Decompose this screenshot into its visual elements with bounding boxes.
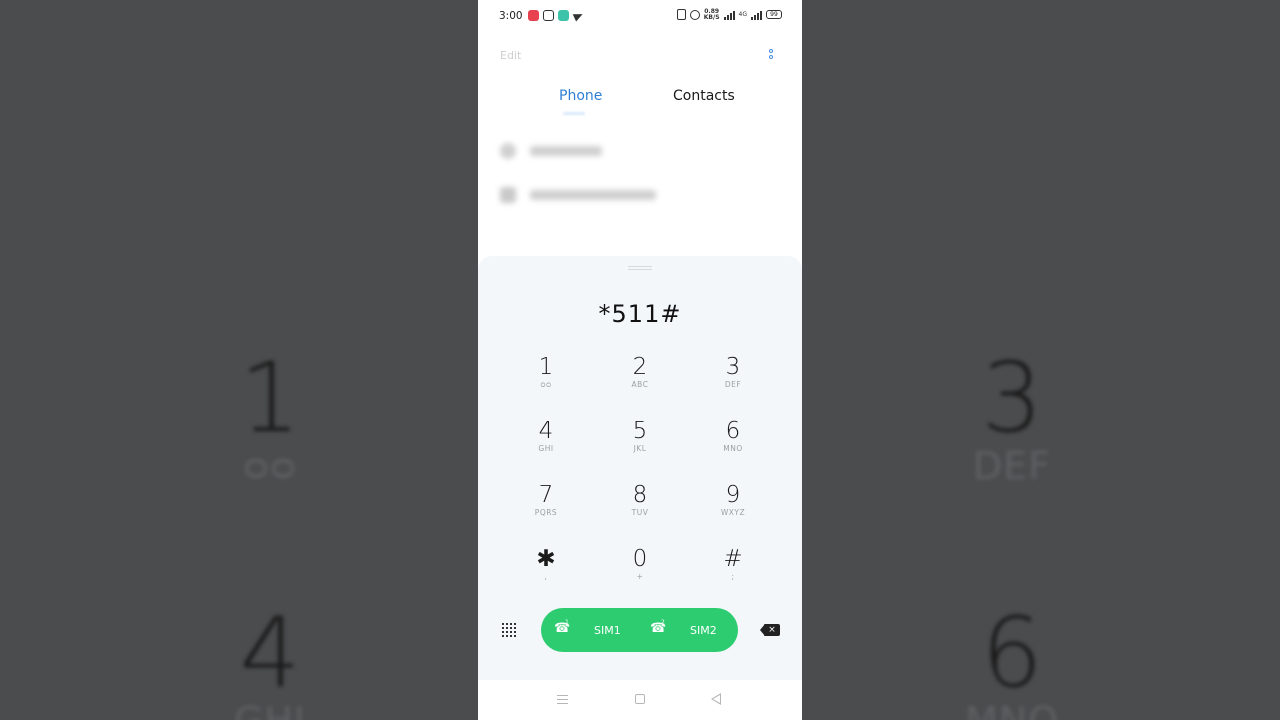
tab-bar: Phone Contacts	[478, 86, 802, 116]
tab-phone[interactable]: Phone	[559, 88, 602, 104]
dial-key[interactable]: 6 MNO	[693, 418, 773, 474]
dial-key-letters: WXYZ	[720, 508, 746, 517]
home-icon[interactable]	[635, 694, 645, 704]
blurred-text	[530, 146, 602, 156]
phone-screen: 3:00 0.89 KB/S 4G 99 Edit Phone Contacts	[478, 0, 802, 720]
dial-key-digit: 0	[632, 546, 648, 572]
dial-key[interactable]: 5 JKL	[600, 418, 680, 474]
dial-key-digit: 9	[725, 482, 741, 508]
background-key-1: 1 ᴑᴑ	[239, 342, 301, 488]
vibrate-icon	[676, 9, 686, 20]
backspace-icon[interactable]: ×	[760, 624, 780, 636]
dial-key[interactable]: 7 PQRS	[506, 482, 586, 538]
instagram-notification-icon	[543, 10, 554, 21]
background-key-3: 3 DEF	[972, 342, 1052, 488]
blurred-recent-row-2	[500, 187, 656, 203]
network-type: 4G	[738, 11, 747, 18]
status-indicators: 0.89 KB/S 4G 99	[676, 8, 782, 21]
sim2-label: SIM2	[690, 623, 717, 637]
alarm-icon	[689, 9, 700, 20]
background-key-6: 6 MNO	[965, 597, 1058, 720]
dial-key-digit: 7	[538, 482, 554, 508]
telegram-notification-icon	[573, 10, 584, 21]
blurred-icon	[500, 187, 516, 203]
edit-button[interactable]: Edit	[500, 49, 521, 62]
background-key-4: 4 GHI	[234, 597, 305, 720]
call-buttons: 1 SIM1 2 SIM2	[541, 608, 738, 652]
more-options-icon[interactable]	[769, 49, 775, 65]
dial-key-digit: 3	[725, 354, 741, 380]
call-sim2-button[interactable]: 2 SIM2	[645, 608, 735, 652]
dial-key-letters: PQRS	[534, 508, 558, 517]
dial-key[interactable]: ✱,	[506, 546, 586, 602]
dial-key-digit: 6	[725, 418, 741, 444]
signal-bars-icon	[723, 10, 735, 20]
dial-key[interactable]: 1 ᴑᴑ	[506, 354, 586, 410]
dial-key-digit: #	[723, 546, 743, 572]
dial-key[interactable]: #;	[693, 546, 773, 602]
dial-key-digit: 2	[632, 354, 648, 380]
phone-sim2-icon: 2	[650, 619, 666, 638]
chat-notification-icon	[558, 10, 569, 21]
tab-active-indicator	[563, 112, 585, 115]
dial-key[interactable]: 9 WXYZ	[693, 482, 773, 538]
system-nav-bar	[478, 680, 802, 720]
tab-contacts[interactable]: Contacts	[673, 88, 735, 104]
net-speed: 0.89 KB/S	[703, 8, 720, 21]
dial-key[interactable]: 0 +	[600, 546, 680, 602]
youtube-notification-icon	[528, 10, 539, 21]
dial-key-digit: 1	[538, 354, 554, 380]
call-sim1-button[interactable]: 1 SIM1	[549, 608, 639, 652]
background-right-blur: 3 DEF 6 MNO	[802, 0, 1280, 720]
dial-key[interactable]: 2 ABC	[600, 354, 680, 410]
dialpad-toggle-icon[interactable]	[502, 623, 516, 637]
dial-key-digit: 4	[538, 418, 554, 444]
dial-key-digit: 5	[632, 418, 648, 444]
dial-key-letters: JKL	[633, 444, 647, 453]
drag-handle[interactable]	[628, 266, 652, 270]
dial-key-letters: MNO	[723, 444, 743, 453]
status-bar: 3:00 0.89 KB/S 4G 99	[478, 0, 802, 32]
dial-key-letters: +	[636, 572, 644, 581]
blurred-recent-row-1	[500, 143, 602, 159]
dial-key-digit: ✱	[536, 546, 556, 572]
recents-icon[interactable]	[557, 695, 568, 707]
phone-sim1-icon: 1	[554, 619, 570, 638]
dial-key[interactable]: 3 DEF	[693, 354, 773, 410]
dial-key-letters: ,	[544, 572, 548, 581]
dial-key-letters: ABC	[631, 380, 649, 389]
entered-number: *511#	[598, 300, 682, 328]
sim1-label: SIM1	[594, 623, 621, 637]
dialpad-panel: *511# 1 ᴑᴑ 2 ABC 3 DEF 4 GHI 5 JKL 6 MNO 7 PQRS 8 TUV 9 W…	[478, 256, 802, 680]
dial-key-letters: ;	[731, 572, 735, 581]
back-icon[interactable]	[711, 693, 721, 705]
status-time: 3:00	[499, 10, 523, 22]
dial-key-letters: GHI	[538, 444, 554, 453]
blurred-icon	[500, 143, 516, 159]
dial-key-letters: TUV	[631, 508, 649, 517]
background-left-blur: 1 ᴑᴑ 4 GHI	[0, 0, 478, 720]
notification-icons	[528, 10, 584, 21]
dial-key-letters: ᴑᴑ	[540, 380, 552, 389]
signal-bars-2-icon	[751, 10, 762, 20]
blurred-text	[530, 190, 656, 200]
dial-key-digit: 8	[632, 482, 648, 508]
dial-key[interactable]: 4 GHI	[506, 418, 586, 474]
dial-key[interactable]: 8 TUV	[600, 482, 680, 538]
dial-key-letters: DEF	[724, 380, 742, 389]
battery-icon: 99	[766, 10, 782, 19]
